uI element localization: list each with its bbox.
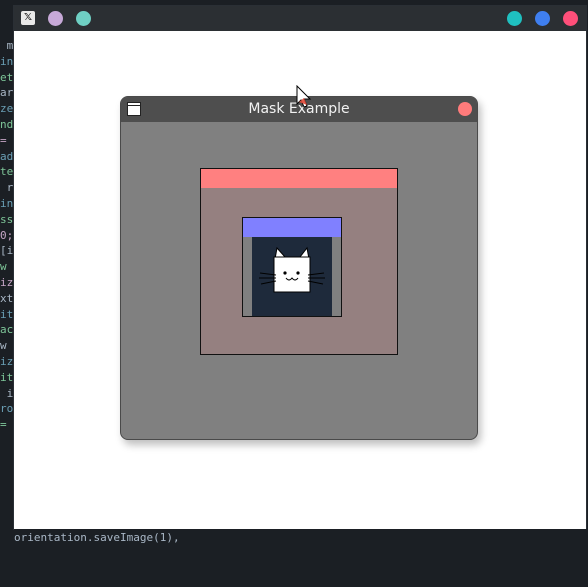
mouse-cursor-icon <box>296 85 312 108</box>
background-code-bottom: orientation.saveImage(1), <box>14 529 588 549</box>
inner-mask-header <box>243 218 341 237</box>
minimize-button[interactable] <box>507 11 522 26</box>
mask-example-window: Mask Example <box>120 96 478 440</box>
maximize-button[interactable] <box>535 11 550 26</box>
outer-mask-header <box>201 169 397 188</box>
masked-image <box>252 237 332 316</box>
app-icon: 𝕏 <box>21 11 35 25</box>
code-line: orientation.saveImage(1), <box>14 531 180 544</box>
titlebar-dot-left-2[interactable] <box>76 11 91 26</box>
host-titlebar[interactable]: 𝕏 <box>14 6 586 31</box>
titlebar-dot-left-1[interactable] <box>48 11 63 26</box>
cat-face-icon <box>259 246 325 293</box>
inner-close-button[interactable] <box>458 102 472 116</box>
outer-mask-panel <box>200 168 398 355</box>
window-icon[interactable] <box>127 102 141 116</box>
close-button[interactable] <box>563 11 578 26</box>
inner-mask-panel <box>242 217 342 317</box>
